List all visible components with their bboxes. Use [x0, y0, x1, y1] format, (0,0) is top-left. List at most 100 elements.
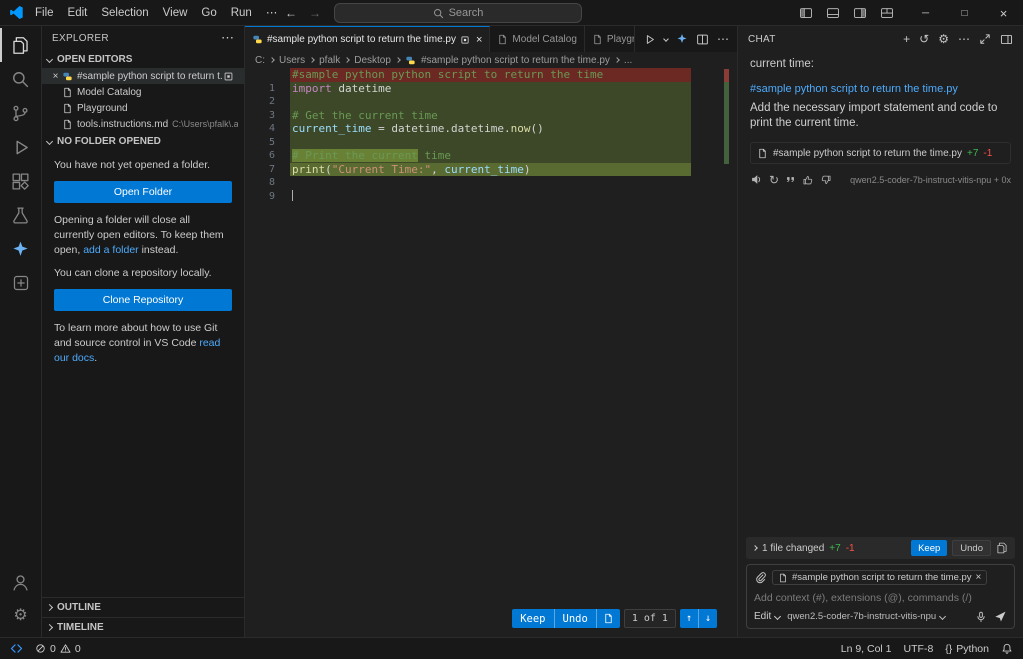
menu-view[interactable]: View: [156, 0, 195, 26]
tab-sample-python[interactable]: #sample python script to return the time…: [245, 26, 490, 52]
encoding-status[interactable]: UTF-8: [898, 638, 940, 659]
breadcrumb-item[interactable]: C:: [255, 55, 265, 66]
undo-button[interactable]: Undo: [554, 609, 596, 628]
breadcrumb-item[interactable]: Users: [279, 55, 305, 66]
tab-playground[interactable]: Playground: [585, 26, 635, 52]
code-line-7[interactable]: 7print("Current Time:", current_time): [245, 163, 737, 177]
code-line-9[interactable]: 9: [245, 190, 737, 204]
chat-file-link[interactable]: #sample python script to return the time…: [750, 83, 1011, 95]
mic-icon[interactable]: [975, 611, 987, 623]
gear-icon[interactable]: ⚙: [938, 33, 949, 45]
open-editors-header[interactable]: OPEN EDITORS: [42, 50, 244, 68]
code-line-5[interactable]: 5: [245, 136, 737, 150]
panel-layout-icon[interactable]: [1000, 33, 1013, 46]
maximize-button[interactable]: □: [945, 0, 984, 26]
search-box[interactable]: Search: [334, 3, 582, 23]
activity-run-debug[interactable]: [0, 130, 41, 164]
expand-icon[interactable]: [979, 33, 991, 45]
code-line-2[interactable]: 2: [245, 95, 737, 109]
chat-undo-button[interactable]: Undo: [952, 540, 991, 556]
activity-explorer[interactable]: [0, 28, 41, 62]
split-editor-icon[interactable]: [696, 33, 709, 46]
read-aloud-icon[interactable]: [750, 173, 763, 186]
toggle-sidebar-icon[interactable]: [799, 6, 813, 20]
activity-testing[interactable]: [0, 198, 41, 232]
more-icon[interactable]: ⋯: [221, 30, 234, 46]
keep-button[interactable]: Keep: [512, 609, 553, 628]
manage-button[interactable]: ⚙: [0, 599, 41, 633]
code-editor[interactable]: #sample python python script to return t…: [245, 68, 737, 637]
remove-attachment-icon[interactable]: ×: [976, 572, 982, 583]
more-icon[interactable]: ⋯: [717, 32, 729, 46]
open-changes-icon[interactable]: [596, 609, 620, 628]
open-editor-item-model-catalog[interactable]: Model Catalog: [42, 84, 244, 100]
sparkle-icon[interactable]: [676, 33, 688, 45]
cursor-position[interactable]: Ln 9, Col 1: [835, 638, 898, 659]
outline-header[interactable]: OUTLINE: [42, 597, 244, 617]
regenerate-icon[interactable]: ↻: [769, 174, 779, 186]
code-line-3[interactable]: 3# Get the current time: [245, 109, 737, 123]
chat-input[interactable]: Add context (#), extensions (@), command…: [754, 589, 1007, 606]
next-change-button[interactable]: ↓: [698, 609, 717, 628]
remote-icon[interactable]: [4, 638, 29, 659]
open-editor-item-instructions[interactable]: tools.instructions.md C:\Users\pfalk\.ai…: [42, 116, 244, 132]
thumbs-up-icon[interactable]: [802, 174, 814, 186]
back-icon[interactable]: ←: [280, 3, 302, 23]
language-mode[interactable]: {} Python: [939, 638, 995, 659]
thumbs-down-icon[interactable]: [820, 174, 832, 186]
close-window-button[interactable]: ×: [984, 0, 1023, 26]
add-folder-link[interactable]: add a folder: [83, 244, 138, 256]
more-icon[interactable]: ⋯: [958, 33, 970, 45]
menu-edit[interactable]: Edit: [61, 0, 95, 26]
close-icon[interactable]: ×: [49, 71, 62, 82]
toggle-panel-icon[interactable]: [826, 6, 840, 20]
code-line-deleted[interactable]: #sample python python script to return t…: [245, 68, 737, 82]
run-file-icon[interactable]: [643, 33, 656, 46]
attached-file-chip[interactable]: #sample python script to return the time…: [772, 570, 987, 585]
menu-selection[interactable]: Selection: [94, 0, 155, 26]
bell-icon[interactable]: [995, 638, 1019, 659]
activity-search[interactable]: [0, 62, 41, 96]
no-folder-header[interactable]: NO FOLDER OPENED: [42, 132, 244, 150]
open-folder-button[interactable]: Open Folder: [54, 181, 232, 203]
chat-keep-button[interactable]: Keep: [911, 540, 947, 556]
open-editor-item-playground[interactable]: Playground: [42, 100, 244, 116]
send-icon[interactable]: [994, 610, 1007, 623]
menu-go[interactable]: Go: [194, 0, 223, 26]
history-icon[interactable]: ↺: [919, 33, 929, 45]
model-picker[interactable]: qwen2.5-coder-7b-instruct-vitis-npu: [787, 611, 945, 622]
toggle-secondary-sidebar-icon[interactable]: [853, 6, 867, 20]
attach-context-icon[interactable]: [754, 571, 767, 584]
clone-repository-button[interactable]: Clone Repository: [54, 289, 232, 311]
pinned-icon[interactable]: [223, 71, 234, 82]
run-dropdown-icon[interactable]: [663, 36, 669, 42]
pinned-icon[interactable]: [460, 35, 470, 45]
chat-input-container[interactable]: #sample python script to return the time…: [746, 564, 1015, 629]
breadcrumb-item[interactable]: Desktop: [354, 55, 391, 66]
tab-model-catalog[interactable]: Model Catalog: [490, 26, 584, 52]
close-icon[interactable]: ×: [476, 34, 482, 46]
customize-layout-icon[interactable]: [880, 6, 894, 20]
code-line-1[interactable]: 1import datetime: [245, 82, 737, 96]
code-line-8[interactable]: 8: [245, 176, 737, 190]
accounts-button[interactable]: [0, 565, 41, 599]
new-chat-icon[interactable]: +: [903, 33, 910, 45]
minimize-button[interactable]: ─: [906, 0, 945, 26]
mode-picker[interactable]: Edit: [754, 611, 780, 622]
code-line-4[interactable]: 4current_time = datetime.datetime.now(): [245, 122, 737, 136]
timeline-header[interactable]: TIMELINE: [42, 617, 244, 637]
previous-change-button[interactable]: ↑: [680, 609, 698, 628]
menu-file[interactable]: File: [28, 0, 61, 26]
problems-status[interactable]: 0 0: [29, 638, 87, 659]
menu-run[interactable]: Run: [224, 0, 259, 26]
breadcrumb-item[interactable]: ...: [624, 55, 632, 66]
activity-ai-toolkit[interactable]: [0, 232, 41, 266]
files-changed-summary[interactable]: 1 file changed +7 -1 Keep Undo: [746, 537, 1015, 559]
changed-file-item[interactable]: #sample python script to return the time…: [750, 142, 1011, 164]
breadcrumb-item[interactable]: #sample python script to return the time…: [421, 55, 610, 66]
forward-icon[interactable]: →: [304, 3, 326, 23]
quote-icon[interactable]: [785, 174, 796, 185]
open-editor-item-sample[interactable]: × #sample python script to return t...: [42, 68, 244, 84]
activity-extensions[interactable]: [0, 164, 41, 198]
breadcrumb-item[interactable]: pfalk: [319, 55, 340, 66]
